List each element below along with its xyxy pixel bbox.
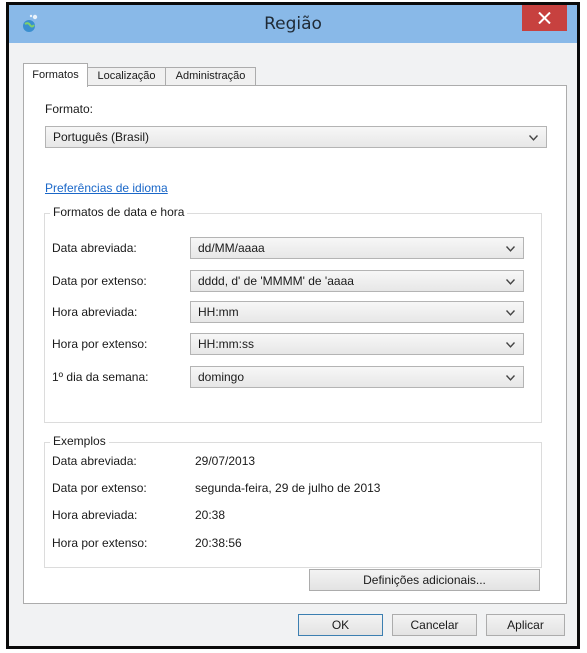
short-date-label: Data abreviada:	[52, 241, 137, 255]
long-date-value: dddd, d' de 'MMMM' de 'aaaa	[198, 274, 354, 288]
language-preferences-link[interactable]: Preferências de idioma	[45, 181, 168, 195]
formatos-panel: Formato: Português (Brasil) Preferências…	[23, 85, 567, 604]
additional-settings-button[interactable]: Definições adicionais...	[309, 569, 540, 591]
format-value: Português (Brasil)	[53, 130, 150, 144]
cancel-button[interactable]: Cancelar	[392, 614, 477, 636]
example-long-time-label: Hora por extenso:	[52, 536, 148, 550]
example-short-time-label: Hora abreviada:	[52, 508, 138, 522]
example-short-date-label: Data abreviada:	[52, 454, 137, 468]
example-long-date-value: segunda-feira, 29 de julho de 2013	[195, 481, 381, 495]
examples-group-title: Exemplos	[50, 434, 109, 448]
short-time-select[interactable]: HH:mm	[190, 301, 524, 323]
region-dialog: Região Formatos Localização Administraçã…	[9, 5, 577, 646]
short-date-select[interactable]: dd/MM/aaaa	[190, 237, 524, 259]
example-short-time-value: 20:38	[195, 508, 226, 522]
long-date-select[interactable]: dddd, d' de 'MMMM' de 'aaaa	[190, 270, 524, 292]
long-time-label: Hora por extenso:	[52, 337, 148, 351]
long-time-value: HH:mm:ss	[198, 337, 254, 351]
datetime-group-title: Formatos de data e hora	[50, 205, 188, 219]
chevron-down-icon	[506, 246, 515, 252]
ok-button[interactable]: OK	[298, 614, 383, 636]
short-time-label: Hora abreviada:	[52, 305, 138, 319]
examples-group: Exemplos Data abreviada: 29/07/2013 Data…	[44, 434, 542, 568]
chevron-down-icon	[506, 342, 515, 348]
tab-administracao[interactable]: Administração	[165, 67, 256, 86]
close-icon	[538, 12, 551, 24]
short-time-value: HH:mm	[198, 305, 239, 319]
chevron-down-icon	[506, 375, 515, 381]
first-day-value: domingo	[198, 370, 245, 384]
format-select[interactable]: Português (Brasil)	[45, 126, 547, 148]
example-long-time-value: 20:38:56	[195, 536, 242, 550]
title-bar[interactable]: Região	[9, 5, 577, 43]
format-label: Formato:	[45, 102, 94, 116]
window-frame: Região Formatos Localização Administraçã…	[6, 2, 580, 649]
example-short-date-value: 29/07/2013	[195, 454, 256, 468]
chevron-down-icon	[529, 135, 538, 141]
first-day-select[interactable]: domingo	[190, 366, 524, 388]
tab-localizacao[interactable]: Localização	[86, 67, 167, 86]
long-date-label: Data por extenso:	[52, 274, 147, 288]
chevron-down-icon	[506, 310, 515, 316]
apply-button[interactable]: Aplicar	[486, 614, 565, 636]
example-long-date-label: Data por extenso:	[52, 481, 147, 495]
datetime-formats-group: Formatos de data e hora Data abreviada: …	[44, 205, 542, 423]
close-button[interactable]	[522, 5, 567, 31]
first-day-label: 1º dia da semana:	[52, 370, 149, 384]
tab-formatos[interactable]: Formatos	[23, 63, 88, 87]
chevron-down-icon	[506, 279, 515, 285]
short-date-value: dd/MM/aaaa	[198, 241, 265, 255]
long-time-select[interactable]: HH:mm:ss	[190, 333, 524, 355]
window-title: Região	[264, 14, 322, 34]
